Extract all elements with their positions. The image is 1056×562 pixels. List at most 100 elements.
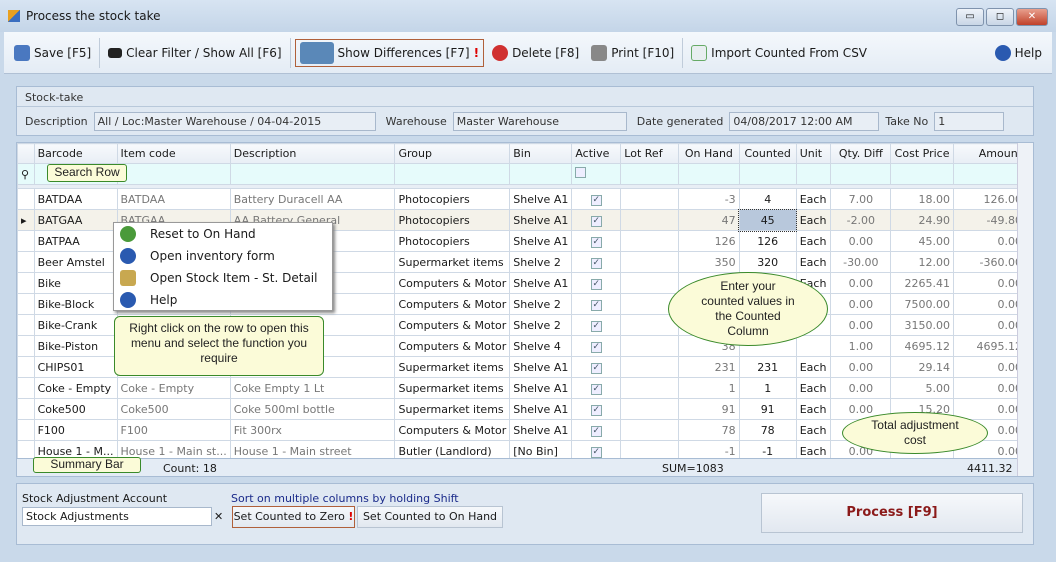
delete-button[interactable]: Delete [F8] xyxy=(488,39,583,67)
column-header[interactable]: Description xyxy=(229,143,396,164)
table-cell: 45.00 xyxy=(890,230,954,252)
vertical-scrollbar[interactable] xyxy=(1017,143,1033,476)
date-generated-label: Date generated xyxy=(636,114,724,128)
column-header[interactable]: Qty. Diff xyxy=(830,143,892,164)
table-cell[interactable]: 1 xyxy=(738,377,797,399)
adjustment-account-select[interactable]: Stock Adjustments xyxy=(22,507,212,526)
table-cell: Battery Duracell AA xyxy=(229,188,396,210)
row-indicator xyxy=(17,251,35,273)
column-header[interactable]: Active xyxy=(571,143,622,164)
search-cell[interactable] xyxy=(738,163,797,185)
search-cell[interactable] xyxy=(116,163,231,185)
menu-label: Help xyxy=(150,293,178,307)
date-generated-picker[interactable]: 04/08/2017 12:00 AM xyxy=(729,111,880,131)
active-checkbox[interactable]: ✓ xyxy=(571,377,622,399)
table-cell: 126 xyxy=(678,230,740,252)
table-cell: 0.00 xyxy=(830,293,892,315)
search-cell[interactable] xyxy=(229,163,396,185)
search-cell[interactable] xyxy=(509,163,573,185)
active-checkbox[interactable]: ✓ xyxy=(571,230,622,252)
column-header[interactable]: Bin xyxy=(509,143,573,164)
help-button[interactable]: Help xyxy=(991,39,1046,67)
save-button[interactable]: Save [F5] xyxy=(10,39,95,67)
active-checkbox[interactable]: ✓ xyxy=(571,335,622,357)
close-button[interactable]: ✕ xyxy=(1016,8,1048,26)
column-header[interactable]: Group xyxy=(394,143,511,164)
set-counted-onhand-button[interactable]: Set Counted to On Hand xyxy=(357,506,503,528)
table-cell: Shelve A1 xyxy=(509,356,573,378)
active-checkbox[interactable]: ✓ xyxy=(571,188,622,210)
table-cell: Shelve A1 xyxy=(509,209,573,231)
active-checkbox[interactable]: ✓ xyxy=(571,209,622,231)
active-checkbox[interactable]: ✓ xyxy=(571,419,622,441)
take-no-field[interactable]: 1 xyxy=(934,111,1005,131)
warehouse-select[interactable]: Master Warehouse xyxy=(452,111,627,131)
menu-item-help[interactable]: Help xyxy=(114,289,332,311)
maximize-button[interactable]: ◻ xyxy=(986,8,1014,26)
print-button[interactable]: Print [F10] xyxy=(587,39,678,67)
table-cell[interactable]: 78 xyxy=(738,419,797,441)
table-cell[interactable]: 45 xyxy=(738,208,798,232)
summary-bar: Count: 18 SUM=1083 4411.32 xyxy=(17,458,1017,476)
column-header[interactable]: Barcode xyxy=(33,143,118,164)
active-checkbox[interactable]: ✓ xyxy=(571,272,622,294)
active-checkbox[interactable]: ✓ xyxy=(571,293,622,315)
table-cell[interactable]: 91 xyxy=(738,398,797,420)
table-cell: 0.00 xyxy=(830,356,892,378)
table-cell: Supermarket items xyxy=(394,377,511,399)
process-button[interactable]: Process [F9] xyxy=(761,493,1023,533)
search-cell[interactable] xyxy=(795,163,832,185)
delete-label: Delete [F8] xyxy=(512,45,580,60)
column-header[interactable]: Cost Price xyxy=(890,143,954,164)
clear-account-button[interactable]: ✕ xyxy=(214,510,223,523)
search-cell[interactable] xyxy=(830,163,892,185)
table-cell xyxy=(620,335,680,357)
menu-item-stock-detail[interactable]: Open Stock Item - St. Detail xyxy=(114,267,332,289)
table-cell[interactable]: 4 xyxy=(738,188,797,210)
import-csv-button[interactable]: Import Counted From CSV xyxy=(687,39,871,67)
table-cell[interactable]: 320 xyxy=(738,251,797,273)
table-row[interactable]: BATDAA BATDAA Battery Duracell AA Photocopi… xyxy=(17,188,1033,210)
table-cell: Each xyxy=(795,356,832,378)
table-cell: Supermarket items xyxy=(394,398,511,420)
clear-filter-button[interactable]: Clear Filter / Show All [F6] xyxy=(104,39,285,67)
printer-icon xyxy=(591,44,608,61)
table-cell: Each xyxy=(795,377,832,399)
table-cell[interactable]: 126 xyxy=(738,230,797,252)
search-cell[interactable] xyxy=(571,163,622,185)
table-cell[interactable]: 231 xyxy=(738,356,797,378)
table-cell: Photocopiers xyxy=(394,230,511,252)
search-cell[interactable] xyxy=(620,163,680,185)
search-cell[interactable] xyxy=(952,163,1027,185)
search-cell[interactable] xyxy=(890,163,954,185)
column-header[interactable]: Amount xyxy=(952,143,1027,164)
menu-item-reset[interactable]: Reset to On Hand xyxy=(114,223,332,245)
column-header[interactable]: Unit xyxy=(795,143,832,164)
right-click-callout: Right click on the row to open this menu… xyxy=(114,316,324,376)
minimize-button[interactable]: ▭ xyxy=(956,8,984,26)
search-cell[interactable] xyxy=(678,163,740,185)
active-checkbox[interactable]: ✓ xyxy=(571,251,622,273)
description-field[interactable]: All / Loc:Master Warehouse / 04-04-2015 xyxy=(93,111,376,131)
checkbox[interactable] xyxy=(575,167,587,178)
table-cell: 4695.12 xyxy=(890,335,954,357)
active-checkbox[interactable]: ✓ xyxy=(571,314,622,336)
column-header[interactable]: Counted xyxy=(738,143,797,164)
active-checkbox[interactable]: ✓ xyxy=(571,398,622,420)
save-label: Save [F5] xyxy=(34,45,92,60)
row-indicator xyxy=(17,230,35,252)
divider xyxy=(289,37,291,68)
column-header[interactable]: Lot Ref xyxy=(620,143,680,164)
active-checkbox[interactable]: ✓ xyxy=(571,356,622,378)
table-row[interactable]: Coke - Empty Coke - Empty Coke Empty 1 Lt S… xyxy=(17,377,1033,399)
column-header[interactable]: On Hand xyxy=(678,143,740,164)
table-cell: Each xyxy=(795,230,832,252)
set-counted-zero-button[interactable]: Set Counted to Zero ! xyxy=(232,506,355,528)
show-differences-button[interactable]: Show Differences [F7]! xyxy=(294,38,485,67)
process-label: Process [F9] xyxy=(846,505,938,520)
table-cell: 24.90 xyxy=(890,209,954,231)
column-header[interactable]: Item code xyxy=(116,143,231,164)
search-cell[interactable] xyxy=(394,163,511,185)
menu-item-inventory-form[interactable]: Open inventory form xyxy=(114,245,332,267)
search-row[interactable]: ⚲ xyxy=(17,163,1033,185)
